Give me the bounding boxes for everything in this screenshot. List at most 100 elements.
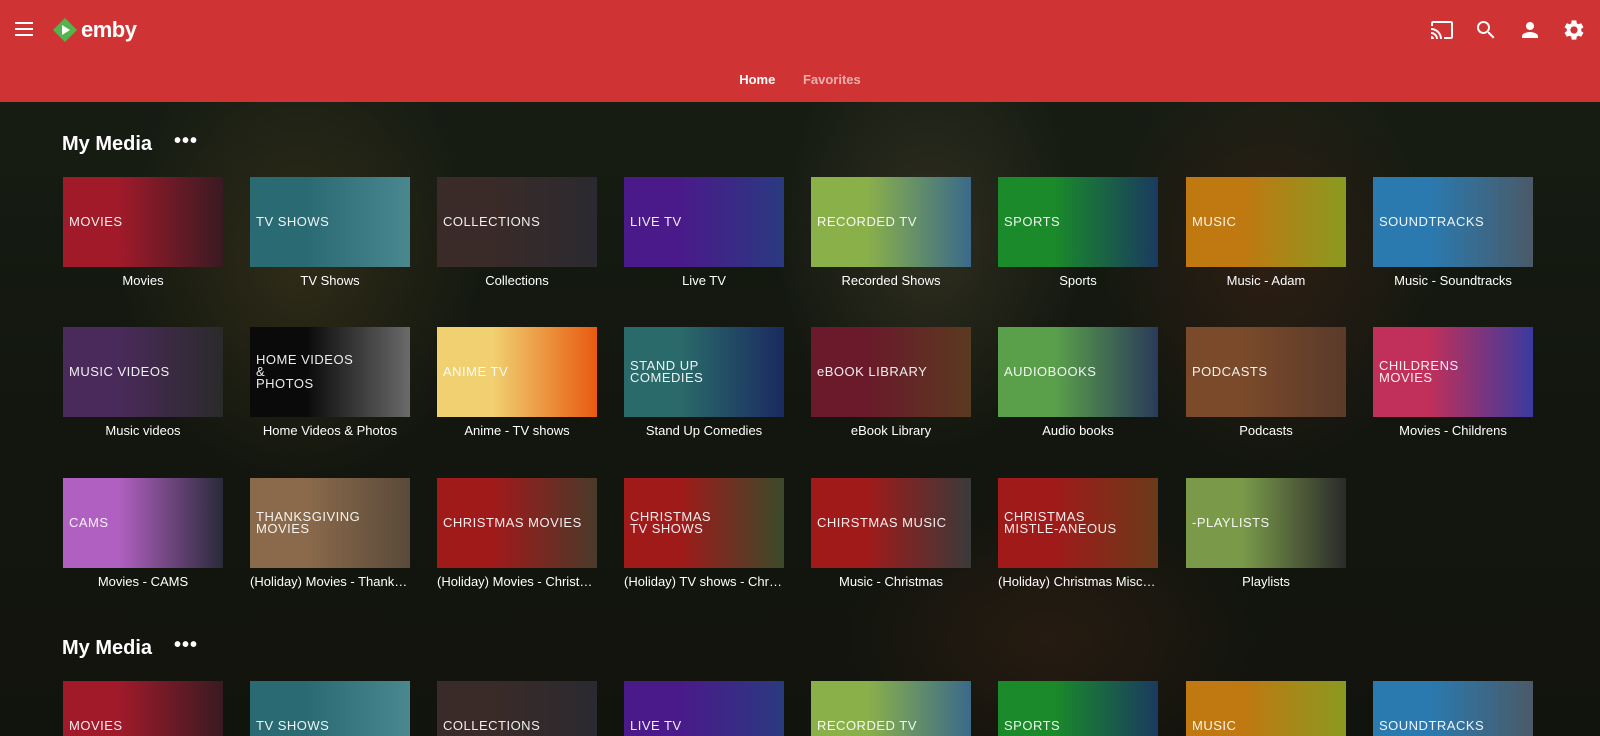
library-thumbnail[interactable]: LIVE TV <box>624 681 784 736</box>
library-card[interactable]: TV SHOWS <box>250 681 410 736</box>
search-icon[interactable] <box>1474 18 1498 42</box>
library-name[interactable]: Music - Christmas <box>811 574 971 589</box>
library-thumbnail[interactable]: COLLECTIONS <box>437 681 597 736</box>
library-thumbnail-label: SPORTS <box>1004 214 1061 229</box>
library-name[interactable]: Movies - CAMS <box>63 574 223 589</box>
library-name[interactable]: eBook Library <box>811 423 971 438</box>
library-card[interactable]: MUSIC VIDEOS Music videos <box>63 327 223 438</box>
library-thumbnail[interactable]: STAND UP COMEDIES <box>624 327 784 417</box>
library-name[interactable]: Anime - TV shows <box>437 423 597 438</box>
emby-logo[interactable]: emby <box>52 16 137 44</box>
library-thumbnail[interactable]: THANKSGIVING MOVIES <box>250 478 410 568</box>
library-thumbnail[interactable]: RECORDED TV <box>811 681 971 736</box>
library-card[interactable]: RECORDED TV Recorded Shows <box>811 177 971 288</box>
library-name[interactable]: (Holiday) TV shows - Christmas <box>624 574 784 589</box>
library-card[interactable]: SPORTS Sports <box>998 177 1158 288</box>
library-thumbnail[interactable]: SOUNDTRACKS <box>1373 681 1533 736</box>
library-card[interactable]: SOUNDTRACKS Music - Soundtracks <box>1373 177 1533 288</box>
library-name[interactable]: Music videos <box>63 423 223 438</box>
library-thumbnail[interactable]: SOUNDTRACKS <box>1373 177 1533 267</box>
library-card[interactable]: CAMS Movies - CAMS <box>63 478 223 589</box>
library-thumbnail[interactable]: CHRISTMAS MOVIES <box>437 478 597 568</box>
library-name[interactable]: Movies - Childrens <box>1373 423 1533 438</box>
library-card[interactable]: STAND UP COMEDIES Stand Up Comedies <box>624 327 784 438</box>
library-name[interactable]: Live TV <box>624 273 784 288</box>
library-card[interactable]: LIVE TV <box>624 681 784 736</box>
library-name[interactable]: Audio books <box>998 423 1158 438</box>
library-thumbnail[interactable]: ANIME TV <box>437 327 597 417</box>
library-card[interactable]: SOUNDTRACKS <box>1373 681 1533 736</box>
library-card[interactable]: -PLAYLISTS Playlists <box>1186 478 1346 589</box>
library-name[interactable]: (Holiday) Movies - Christmas <box>437 574 597 589</box>
library-card[interactable]: AUDIOBOOKS Audio books <box>998 327 1158 438</box>
library-name[interactable]: Movies <box>63 273 223 288</box>
library-thumbnail[interactable]: MOVIES <box>63 177 223 267</box>
library-name[interactable]: Podcasts <box>1186 423 1346 438</box>
library-card[interactable]: COLLECTIONS <box>437 681 597 736</box>
library-thumbnail-label: MOVIES <box>69 718 123 733</box>
user-icon[interactable] <box>1518 18 1542 42</box>
library-thumbnail[interactable]: eBOOK LIBRARY <box>811 327 971 417</box>
library-thumbnail[interactable]: MUSIC <box>1186 177 1346 267</box>
section-title[interactable]: My Media <box>62 637 152 660</box>
library-thumbnail[interactable]: -PLAYLISTS <box>1186 478 1346 568</box>
library-thumbnail[interactable]: HOME VIDEOS & PHOTOS <box>250 327 410 417</box>
settings-icon[interactable] <box>1562 18 1586 42</box>
tab-home[interactable]: Home <box>739 72 775 87</box>
library-card[interactable]: CHIRSTMAS MUSIC Music - Christmas <box>811 478 971 589</box>
library-card[interactable]: MUSIC <box>1186 681 1346 736</box>
library-thumbnail[interactable]: MUSIC <box>1186 681 1346 736</box>
library-card[interactable]: COLLECTIONS Collections <box>437 177 597 288</box>
library-card[interactable]: eBOOK LIBRARY eBook Library <box>811 327 971 438</box>
library-thumbnail[interactable]: CHILDRENS MOVIES <box>1373 327 1533 417</box>
library-name[interactable]: (Holiday) Movies - Thanksgiving <box>250 574 410 589</box>
library-name[interactable]: Music - Adam <box>1186 273 1346 288</box>
library-card[interactable]: ANIME TV Anime - TV shows <box>437 327 597 438</box>
library-name[interactable]: Collections <box>437 273 597 288</box>
library-name[interactable]: (Holiday) Christmas Miscellaneous <box>998 574 1158 589</box>
library-card[interactable]: RECORDED TV <box>811 681 971 736</box>
library-thumbnail[interactable]: RECORDED TV <box>811 177 971 267</box>
cast-icon[interactable] <box>1430 18 1454 42</box>
library-thumbnail[interactable]: SPORTS <box>998 177 1158 267</box>
library-card[interactable]: MOVIES <box>63 681 223 736</box>
library-thumbnail[interactable]: TV SHOWS <box>250 681 410 736</box>
library-name[interactable]: Recorded Shows <box>811 273 971 288</box>
library-card[interactable]: CHRISTMAS MOVIES (Holiday) Movies - Chris… <box>437 478 597 589</box>
library-card[interactable]: SPORTS <box>998 681 1158 736</box>
library-card[interactable]: CHRISTMAS MISTLE-ANEOUS (Holiday) Christm… <box>998 478 1158 589</box>
library-thumbnail[interactable]: SPORTS <box>998 681 1158 736</box>
library-card[interactable]: MUSIC Music - Adam <box>1186 177 1346 288</box>
library-thumbnail[interactable]: PODCASTS <box>1186 327 1346 417</box>
library-thumbnail[interactable]: CHIRSTMAS MUSIC <box>811 478 971 568</box>
library-thumbnail[interactable]: LIVE TV <box>624 177 784 267</box>
library-thumbnail[interactable]: COLLECTIONS <box>437 177 597 267</box>
more-options-icon[interactable]: ••• <box>174 635 198 655</box>
library-name[interactable]: Sports <box>998 273 1158 288</box>
library-card[interactable]: LIVE TV Live TV <box>624 177 784 288</box>
tab-favorites[interactable]: Favorites <box>803 72 861 87</box>
menu-icon[interactable] <box>12 18 36 42</box>
library-name[interactable]: Stand Up Comedies <box>624 423 784 438</box>
library-card[interactable]: THANKSGIVING MOVIES (Holiday) Movies - Th… <box>250 478 410 589</box>
library-thumbnail[interactable]: AUDIOBOOKS <box>998 327 1158 417</box>
library-thumbnail[interactable]: MOVIES <box>63 681 223 736</box>
library-card[interactable]: TV SHOWS TV Shows <box>250 177 410 288</box>
more-options-icon[interactable]: ••• <box>174 131 198 151</box>
library-thumbnail[interactable]: CHRISTMAS TV SHOWS <box>624 478 784 568</box>
library-name[interactable]: TV Shows <box>250 273 410 288</box>
library-name[interactable]: Playlists <box>1186 574 1346 589</box>
library-thumbnail[interactable]: CAMS <box>63 478 223 568</box>
library-thumbnail[interactable]: TV SHOWS <box>250 177 410 267</box>
library-thumbnail[interactable]: MUSIC VIDEOS <box>63 327 223 417</box>
library-name[interactable]: Music - Soundtracks <box>1373 273 1533 288</box>
library-card[interactable]: PODCASTS Podcasts <box>1186 327 1346 438</box>
library-thumbnail-label: PODCASTS <box>1192 364 1268 379</box>
section-title[interactable]: My Media <box>62 133 152 156</box>
library-name[interactable]: Home Videos & Photos <box>250 423 410 438</box>
library-card[interactable]: CHRISTMAS TV SHOWS (Holiday) TV shows - C… <box>624 478 784 589</box>
library-thumbnail[interactable]: CHRISTMAS MISTLE-ANEOUS <box>998 478 1158 568</box>
library-card[interactable]: HOME VIDEOS & PHOTOS Home Videos & Photos <box>250 327 410 438</box>
library-card[interactable]: CHILDRENS MOVIES Movies - Childrens <box>1373 327 1533 438</box>
library-card[interactable]: MOVIES Movies <box>63 177 223 288</box>
